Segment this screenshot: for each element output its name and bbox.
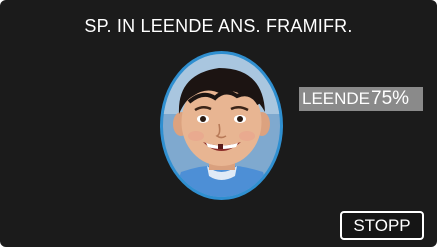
progress-label: LEENDE xyxy=(302,89,371,108)
stop-button[interactable]: STOPP xyxy=(340,211,424,240)
screen-title: SP. IN LEENDE ANS. FRAMIFR. xyxy=(84,16,353,36)
child-face-portrait-icon xyxy=(163,54,280,197)
progress-value: 75% xyxy=(371,88,410,109)
learning-progress-indicator: LEENDE 75% xyxy=(299,87,423,111)
camera-screen: SP. IN LEENDE ANS. FRAMIFR. LEENDE 75% S… xyxy=(0,0,437,247)
face-frame xyxy=(160,51,283,200)
